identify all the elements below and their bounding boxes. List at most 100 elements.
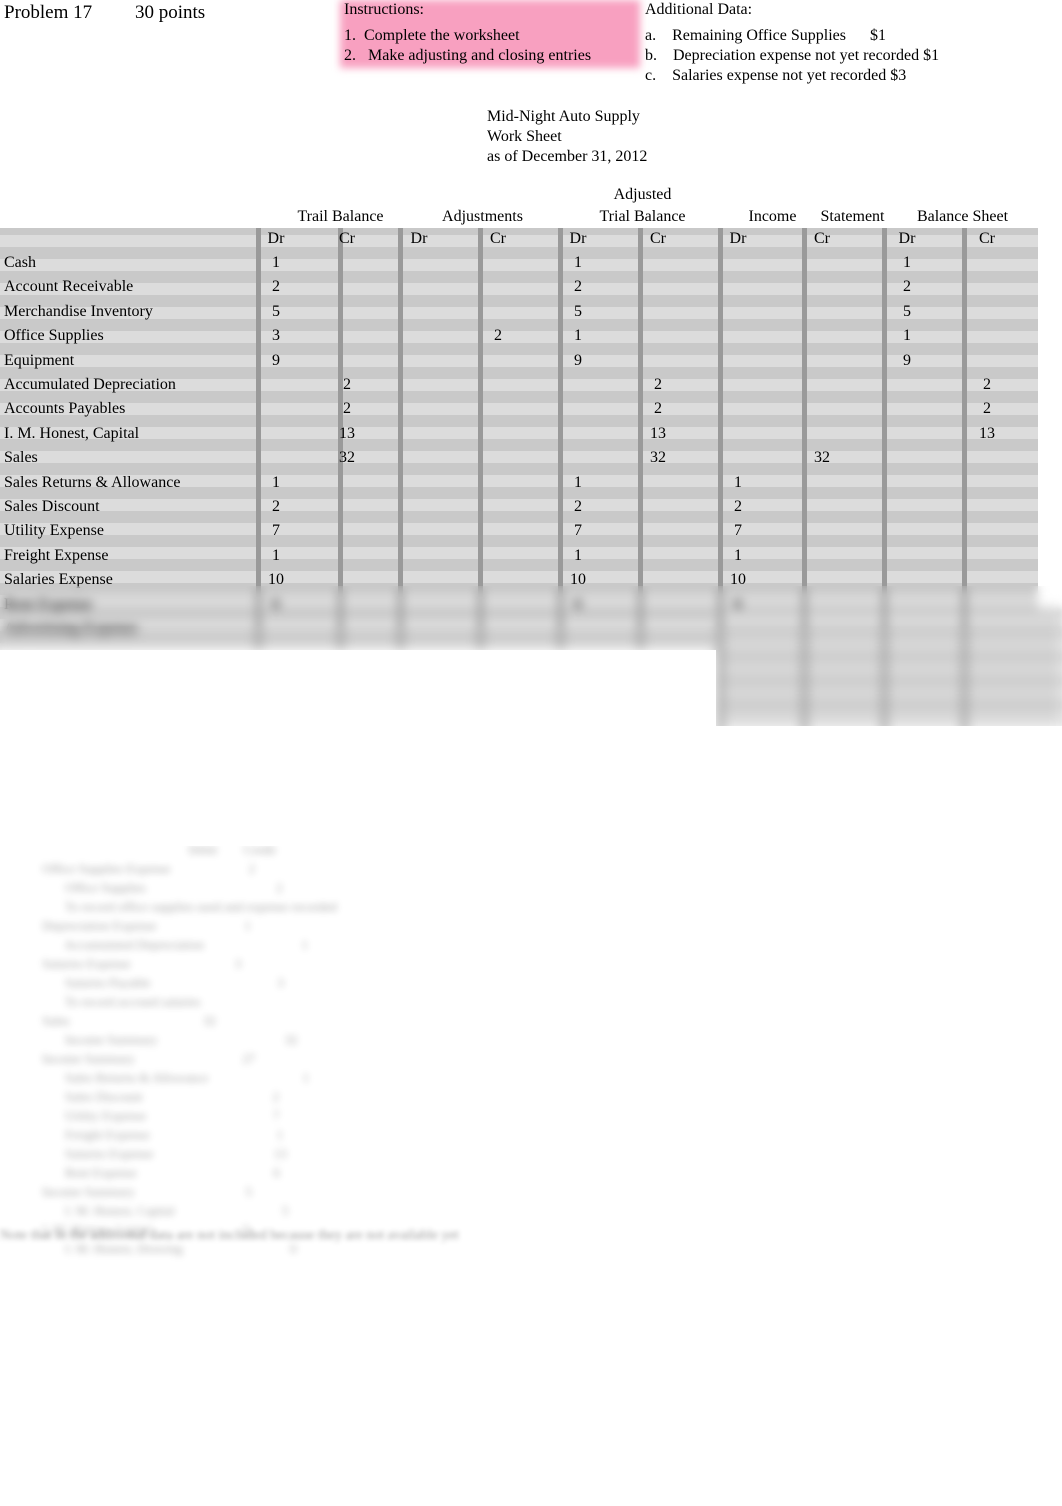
- table-row: Utility Expense 7 7 7: [0, 522, 1062, 546]
- column-header-2-dr: Dr: [410, 230, 428, 247]
- amount-cell: 2: [494, 327, 502, 345]
- problem-points-label: 30 points: [135, 2, 206, 23]
- amount-cell: 2: [983, 400, 991, 418]
- company-name: Mid-Night Auto Supply: [487, 108, 640, 125]
- table-row: Sales Discount 2 2 2: [0, 498, 1062, 522]
- account-name: Office Supplies: [4, 327, 104, 345]
- instructions-heading: Instructions:: [344, 1, 424, 18]
- account-name: Equipment: [4, 351, 75, 369]
- solution-line: Sales Returns & Allowance 1: [0, 1070, 310, 1085]
- amount-cell: 1: [272, 254, 280, 271]
- group-header-trial-balance: Trial Balance: [599, 208, 686, 225]
- account-name: Sales: [4, 449, 38, 467]
- account-name: Salaries Expense: [4, 571, 113, 589]
- account-name: Accumulated Depreciation: [4, 376, 176, 393]
- column-header-0-dr: Dr: [267, 230, 285, 247]
- account-name: Rent Expense: [4, 595, 93, 613]
- table-row: Office Supplies 3 2 1 1: [0, 327, 1062, 351]
- amount-cell: 2: [903, 278, 911, 296]
- amount-cell: 5: [903, 302, 911, 320]
- amount-cell: 1: [734, 473, 742, 491]
- solution-line: Depreciation Expense 1: [0, 918, 251, 933]
- sheet-date: as of December 31, 2012: [487, 148, 648, 165]
- column-header-8-dr: Dr: [898, 230, 916, 247]
- solution-line: Salaries Expense 13: [0, 1146, 287, 1161]
- amount-cell: 1: [272, 473, 280, 491]
- account-name: Account Receivable: [4, 278, 134, 296]
- table-row: Equipment 9 9 9: [0, 352, 1062, 376]
- table-row: Freight Expense 1 1 1: [0, 547, 1062, 571]
- amount-cell: 32: [339, 449, 355, 467]
- amount-cell: 13: [339, 424, 355, 442]
- bottom-mask: [0, 726, 1062, 846]
- solution-line: Sales Discount 2: [0, 1089, 280, 1104]
- amount-cell: 32: [814, 449, 830, 467]
- additional-data-heading: Additional Data:: [645, 1, 753, 18]
- column-header-1-cr: Cr: [339, 230, 355, 247]
- column-header-5-cr: Cr: [650, 230, 666, 247]
- solution-line: Office Supplies Expense 2: [0, 861, 256, 876]
- amount-cell: 10: [268, 571, 284, 589]
- solution-line: To record office supplies used and expen…: [0, 899, 337, 914]
- group-header-trail-balance: Trail Balance: [297, 208, 384, 225]
- solution-line: Sales 32: [0, 1013, 216, 1028]
- amount-cell: 5: [272, 302, 280, 320]
- amount-cell: 1: [903, 254, 911, 271]
- column-header-4-dr: Dr: [569, 230, 587, 247]
- table-row: Rent Expense 6 6 6: [0, 596, 1062, 620]
- account-name: Sales Returns & Allowance: [4, 473, 181, 491]
- column-header-7-cr: Cr: [814, 230, 830, 247]
- table-row: I. M. Honest, Capital 13 13 13: [0, 425, 1062, 449]
- table-row: Merchandise Inventory 5 5 5: [0, 303, 1062, 327]
- amount-cell: 3: [272, 327, 280, 345]
- amount-cell: 9: [903, 351, 911, 369]
- amount-cell: 2: [574, 498, 582, 515]
- amount-cell: 6: [272, 595, 280, 613]
- solution-footnote-text: Note that in the additional data are not…: [0, 1228, 459, 1243]
- account-name: Merchandise Inventory: [4, 302, 153, 320]
- column-header-9-cr: Cr: [979, 230, 995, 247]
- table-row: Sales 32 32 32: [0, 449, 1062, 473]
- amount-cell: 2: [654, 400, 662, 418]
- group-header-adjustments: Adjustments: [442, 208, 523, 225]
- table-row: Cash 1 1 1: [0, 254, 1062, 278]
- amount-cell: 13: [650, 424, 666, 442]
- solution-line: Rent Expense 6: [0, 1165, 280, 1180]
- amount-cell: 5: [574, 302, 582, 320]
- additional-data-item-a: a. Remaining Office Supplies $1: [645, 27, 886, 44]
- amount-cell: 2: [343, 400, 351, 418]
- amount-cell: 13: [979, 424, 995, 442]
- solution-notes-block: Debit Credit Office Supplies Expense 2 O…: [0, 840, 700, 1260]
- worksheet-title-block: Mid-Night Auto Supply Work Sheet as of D…: [487, 107, 647, 167]
- solution-line: Income Summary 5: [0, 1184, 253, 1199]
- amount-cell: 2: [272, 498, 280, 515]
- instructions-block: Instructions: 1. Complete the worksheet …: [344, 0, 644, 66]
- amount-cell: 1: [272, 546, 280, 564]
- amount-cell: 1: [903, 327, 911, 345]
- table-row: Accounts Payables 2 2 2: [0, 400, 1062, 424]
- amount-cell: 1: [734, 546, 742, 564]
- amount-cell: 1: [574, 546, 582, 564]
- column-header-6-dr: Dr: [729, 230, 747, 247]
- column-header-3-cr: Cr: [490, 230, 506, 247]
- solution-line: Accumulated Depreciation 1: [0, 937, 308, 952]
- amount-cell: 2: [343, 376, 351, 393]
- instruction-item-2: 2. Make adjusting and closing entries: [344, 47, 592, 64]
- account-name: Accounts Payables: [4, 400, 126, 418]
- amount-cell: 10: [570, 571, 586, 589]
- amount-cell: 1: [574, 473, 582, 491]
- solution-line: Office Supplies 2: [0, 880, 283, 895]
- worksheet-table: Trail Balance Adjustments Adjusted Trial Ba…: [0, 186, 1062, 846]
- instruction-item-1: 1. Complete the worksheet: [344, 27, 520, 44]
- solution-line: Salaries Expense 3: [0, 956, 242, 971]
- amount-cell: 9: [272, 351, 280, 369]
- solution-line: Salaries Payable 3: [0, 975, 284, 990]
- page-header: Problem 17 30 points Instructions: 1. Co…: [0, 0, 1062, 100]
- account-name: Advertising Expense: [4, 620, 138, 637]
- amount-cell: 32: [650, 449, 666, 467]
- solution-line: I. M. Honest, Capital 5: [0, 1203, 289, 1218]
- additional-data-item-b: b. Depreciation expense not yet recorded…: [645, 47, 940, 64]
- table-row: Salaries Expense 10 10 10: [0, 571, 1062, 595]
- solution-line: Income Summary 32: [0, 1032, 298, 1047]
- account-name: Utility Expense: [4, 522, 104, 540]
